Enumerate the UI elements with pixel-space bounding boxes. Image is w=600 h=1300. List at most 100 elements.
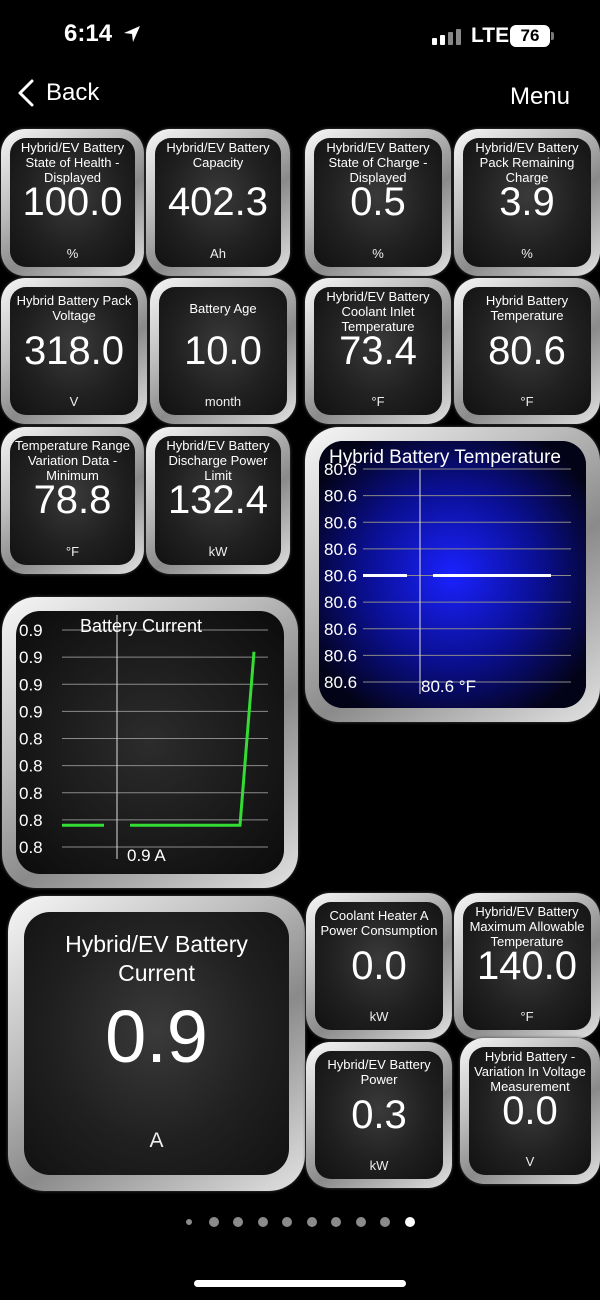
location-arrow-icon xyxy=(124,26,140,42)
gauge-face: Hybrid/EV Battery Discharge Power Limit … xyxy=(155,436,281,565)
gauge-unit: °F xyxy=(520,1009,534,1024)
gauge-face: Hybrid Battery Temperature 80.6 °F xyxy=(463,287,591,415)
gauge-face: Temperature Range Variation Data - Minim… xyxy=(10,436,135,565)
menu-button[interactable]: Menu xyxy=(510,83,570,111)
y-tick-label: 0.9 xyxy=(19,621,43,640)
gauge-unit: Ah xyxy=(210,246,226,261)
gauge-label: Hybrid Battery Temperature xyxy=(485,293,569,323)
gauge-face: Hybrid/EV Battery Capacity 402.3 Ah xyxy=(155,138,281,267)
gauge-unit: kW xyxy=(369,1009,389,1024)
page-dot[interactable] xyxy=(186,1219,192,1225)
gauge-label: Hybrid/EV Battery Maximum Allowable Temp… xyxy=(469,904,585,949)
page-dot[interactable] xyxy=(208,1217,219,1227)
gauge-value: 100.0 xyxy=(22,180,123,224)
gauge-state-of-charge[interactable]: Hybrid/EV Battery State of Charge - Disp… xyxy=(305,129,451,276)
y-tick-label: 0.8 xyxy=(19,784,43,803)
gauge-value: 0.5 xyxy=(350,180,406,224)
gauge-label: Hybrid/EV Battery State of Charge - Disp… xyxy=(326,140,430,185)
gauge-value: 402.3 xyxy=(167,180,269,224)
gauge-battery-age[interactable]: Battery Age 10.0 month xyxy=(150,278,296,424)
chart-title: Battery Current xyxy=(80,616,203,636)
gauge-state-of-health[interactable]: Hybrid/EV Battery State of Health - Disp… xyxy=(1,129,144,276)
gauge-face: Coolant Heater A Power Consumption 0.0 k… xyxy=(315,902,443,1030)
gauge-face: Hybrid Battery Pack Voltage 318.0 V xyxy=(10,287,138,415)
y-tick-label: 80.6 xyxy=(324,487,357,506)
y-tick-label: 80.6 xyxy=(324,620,357,639)
gauge-value: 0.9 xyxy=(105,995,208,1078)
status-time: 6:14 xyxy=(64,20,113,47)
gauge-label: Hybrid/EV Battery Discharge Power Limit xyxy=(166,438,270,483)
gauge-unit: kW xyxy=(369,1158,389,1173)
gauge-temperature-range-minimum[interactable]: Temperature Range Variation Data - Minim… xyxy=(1,427,144,574)
gauge-pack-voltage[interactable]: Hybrid Battery Pack Voltage 318.0 V xyxy=(1,278,147,424)
chart-battery-temperature[interactable]: 80.6 80.6 80.6 80.6 80.6 80.6 80.6 80.6 80.6 Hyb… xyxy=(305,427,600,722)
gauge-face: Hybrid/EV Battery Power 0.3 kW xyxy=(315,1051,443,1179)
current-chart-svg: 0.9 0.9 0.9 0.9 0.8 0.8 0.8 0.8 0.8 xyxy=(19,615,268,859)
gauge-face: Battery Age 10.0 month xyxy=(159,287,287,415)
gauge-capacity[interactable]: Hybrid/EV Battery Capacity 402.3 Ah xyxy=(146,129,290,276)
battery-level: 76 xyxy=(510,25,550,47)
gauge-battery-power[interactable]: Hybrid/EV Battery Power 0.3 kW xyxy=(306,1042,452,1188)
y-tick-label: 80.6 xyxy=(324,567,357,586)
temperature-chart-svg: 80.680.680.680.680.680.680.680.680.6 xyxy=(319,441,586,708)
gauge-face: Hybrid/EV Battery Maximum Allowable Temp… xyxy=(463,902,591,1030)
page-dot[interactable] xyxy=(306,1217,317,1227)
chart-battery-current[interactable]: 0.9 0.9 0.9 0.9 0.8 0.8 0.8 0.8 0.8 Battery Curr… xyxy=(2,597,298,888)
gauge-unit: V xyxy=(69,394,79,409)
gauge-value: 73.4 xyxy=(339,329,417,373)
gauge-battery-current-large[interactable]: Hybrid/EV Battery Current 0.9 A xyxy=(8,896,305,1191)
back-button[interactable]: Back xyxy=(16,78,99,108)
gauge-coolant-inlet-temperature[interactable]: Hybrid/EV Battery Coolant Inlet Temperat… xyxy=(305,278,451,424)
gauge-value: 140.0 xyxy=(476,944,578,988)
page-indicator[interactable] xyxy=(0,1212,600,1232)
page-dot[interactable] xyxy=(257,1217,268,1227)
gauge-unit: V xyxy=(525,1154,535,1169)
gauge-coolant-heater-power[interactable]: Coolant Heater A Power Consumption 0.0 k… xyxy=(306,893,452,1039)
chart-face: 80.6 80.6 80.6 80.6 80.6 80.6 80.6 80.6 80.6 Hyb… xyxy=(319,441,586,708)
gauge-unit: °F xyxy=(371,394,385,409)
gauge-unit: kW xyxy=(208,544,228,559)
gauge-value: 0.0 xyxy=(351,944,407,988)
y-tick-label: 0.9 xyxy=(19,702,43,721)
gauge-value: 78.8 xyxy=(33,478,112,522)
signal-icon xyxy=(432,29,461,45)
y-tick-label: 0.9 xyxy=(19,675,43,694)
chart-current-value: 80.6 °F xyxy=(421,677,476,696)
gauge-label: Temperature Range Variation Data - Minim… xyxy=(15,438,130,483)
gauge-face: Hybrid/EV Battery State of Charge - Disp… xyxy=(314,138,442,267)
gauge-value: 132.4 xyxy=(167,478,269,522)
gauge-label: Hybrid/EV Battery Coolant Inlet Temperat… xyxy=(326,289,430,334)
gauge-unit: month xyxy=(204,394,242,409)
y-tick-label: 0.8 xyxy=(19,757,43,776)
gauge-face: Hybrid/EV Battery Current 0.9 A xyxy=(24,912,289,1175)
page-dot[interactable] xyxy=(282,1217,292,1227)
chart-title: Hybrid Battery Temperature xyxy=(329,447,561,468)
gauge-maximum-allowable-temperature[interactable]: Hybrid/EV Battery Maximum Allowable Temp… xyxy=(454,893,600,1039)
page-dot[interactable] xyxy=(331,1217,341,1227)
y-tick-label: 0.8 xyxy=(19,811,43,830)
y-tick-label: 80.6 xyxy=(324,673,357,692)
chevron-left-icon xyxy=(18,79,34,107)
page-dot[interactable] xyxy=(233,1217,243,1227)
gauge-value: 0.0 xyxy=(502,1089,558,1133)
page-dot[interactable] xyxy=(404,1217,415,1227)
gauge-unit: % xyxy=(521,246,533,261)
gauge-face: Hybrid/EV Battery State of Health - Disp… xyxy=(10,138,135,267)
gauge-label: Hybrid/EV Battery State of Health - Disp… xyxy=(20,140,125,185)
page-dot[interactable] xyxy=(380,1217,390,1227)
y-tick-label: 80.6 xyxy=(324,540,357,559)
y-tick-label: 0.8 xyxy=(19,730,43,749)
gauge-value: 80.6 xyxy=(488,329,566,373)
gauge-label: Hybrid Battery - Variation In Voltage Me… xyxy=(474,1049,586,1094)
gauge-discharge-power-limit[interactable]: Hybrid/EV Battery Discharge Power Limit … xyxy=(146,427,290,574)
gauge-variation-in-voltage[interactable]: Hybrid Battery - Variation In Voltage Me… xyxy=(460,1038,600,1184)
back-label: Back xyxy=(46,79,100,106)
gauge-pack-remaining-charge[interactable]: Hybrid/EV Battery Pack Remaining Charge … xyxy=(454,129,600,276)
y-tick-label: 0.8 xyxy=(19,838,43,857)
status-bar: 6:14 LTE 76 xyxy=(0,0,600,70)
gauge-battery-temperature[interactable]: Hybrid Battery Temperature 80.6 °F xyxy=(454,278,600,424)
home-indicator xyxy=(194,1280,406,1287)
gauge-label: Hybrid/EV Battery Current xyxy=(65,931,248,986)
page-dot[interactable] xyxy=(355,1217,366,1227)
gauge-label: Battery Age xyxy=(189,301,257,316)
